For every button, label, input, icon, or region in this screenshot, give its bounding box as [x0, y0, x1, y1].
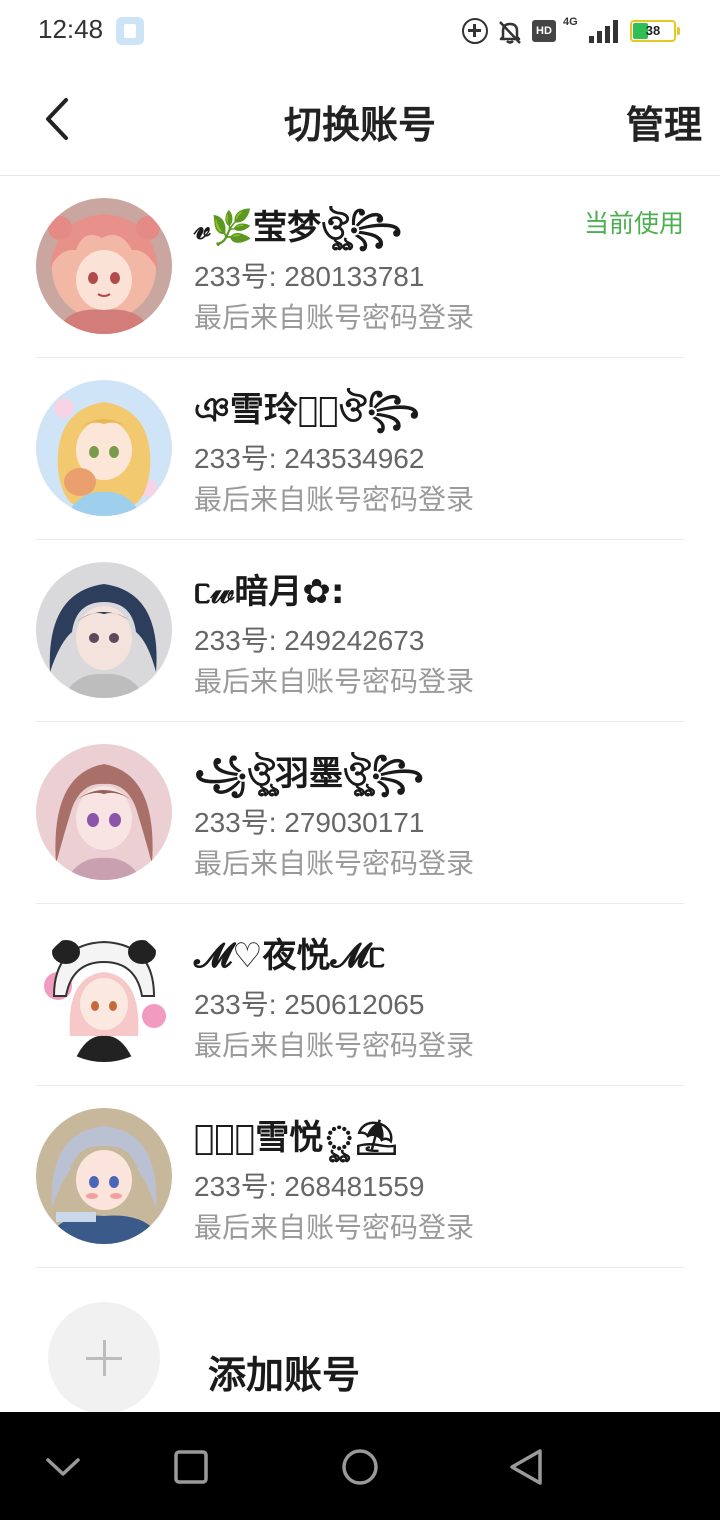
account-item[interactable]: ঔৣ͙雪悦ৣ⛱ 233号: 268481559 最后来自账号密码登录 [0, 1086, 720, 1268]
account-item[interactable]: 𝓋🌿莹梦ঔৣ꧂ 233号: 280133781 最后来自账号密码登录 当前使用 [0, 176, 720, 358]
battery-cap [677, 27, 680, 35]
login-method: 最后来自账号密码登录 [194, 847, 475, 880]
login-method: 最后来自账号密码登录 [194, 1029, 475, 1062]
header: 切换账号 管理 [0, 64, 720, 176]
account-item[interactable]: ꧁ঔৣ羽墨ঔৣ꧂ 233号: 279030171 最后来自账号密码登录 [0, 722, 720, 904]
app-notification-icon [116, 17, 144, 45]
current-use-badge: 当前使用 [583, 209, 684, 238]
battery-level: 38 [645, 23, 661, 38]
avatar [36, 562, 172, 698]
status-time: 12:48 [38, 14, 104, 44]
mute-bell-icon [496, 18, 524, 46]
account-item[interactable]: 𝓜♡夜悦𝓜ᥴ 233号: 250612065 最后来自账号密码登录 [0, 904, 720, 1086]
network-type-label: 4G [563, 16, 578, 28]
account-id: 233号: 243534962 [194, 443, 425, 474]
account-list: 𝓋🌿莹梦ঔৣ꧂ 233号: 280133781 最后来自账号密码登录 当前使用 … [0, 176, 720, 1268]
battery-icon: 38 [630, 20, 680, 42]
nav-recents-button[interactable] [166, 1442, 216, 1492]
account-id: 233号: 249242673 [194, 625, 425, 656]
account-name: ঔৣ͙雪悦ৣ⛱ [194, 1118, 399, 1158]
status-bar: 12:48 HD 4G 38 [0, 0, 720, 64]
manage-button[interactable]: 管理 [626, 94, 702, 149]
account-id: 233号: 280133781 [194, 261, 425, 292]
data-saver-icon [462, 18, 488, 44]
plus-icon [48, 1302, 160, 1414]
recents-square-icon [174, 1450, 208, 1484]
avatar [36, 926, 172, 1062]
nav-home-button[interactable] [335, 1442, 385, 1492]
avatar [36, 380, 172, 516]
account-id: 233号: 279030171 [194, 807, 425, 838]
account-id: 233号: 250612065 [194, 989, 425, 1020]
add-account-button[interactable]: 添加账号 [0, 1292, 720, 1414]
add-account-label: 添加账号 [208, 1353, 361, 1397]
login-method: 最后来自账号密码登录 [194, 665, 475, 698]
avatar [36, 744, 172, 880]
hd-icon: HD [532, 20, 556, 42]
login-method: 最后来自账号密码登录 [194, 483, 475, 516]
nav-back-button[interactable] [502, 1442, 552, 1492]
account-item[interactable]: ᥴ𝓌暗月✿: 233号: 249242673 最后来自账号密码登录 [0, 540, 720, 722]
chevron-down-icon [46, 1458, 80, 1476]
signal-icon [588, 19, 620, 43]
nav-hide-button[interactable] [38, 1442, 88, 1492]
login-method: 最后来自账号密码登录 [194, 301, 475, 334]
login-method: 最后来自账号密码登录 [194, 1211, 475, 1244]
account-item[interactable]: ঞ雪玲ৃ͙ঔ꧂ 233号: 243534962 最后来自账号密码登录 [0, 358, 720, 540]
account-name: 𝓜♡夜悦𝓜ᥴ [194, 936, 386, 976]
avatar [36, 198, 172, 334]
home-circle-icon [342, 1449, 378, 1485]
account-name: ᥴ𝓌暗月✿: [194, 572, 345, 612]
avatar [36, 1108, 172, 1244]
account-id: 233号: 268481559 [194, 1171, 425, 1202]
page-title: 切换账号 [283, 103, 436, 147]
back-triangle-icon [510, 1449, 542, 1485]
navigation-bar [0, 1412, 720, 1520]
